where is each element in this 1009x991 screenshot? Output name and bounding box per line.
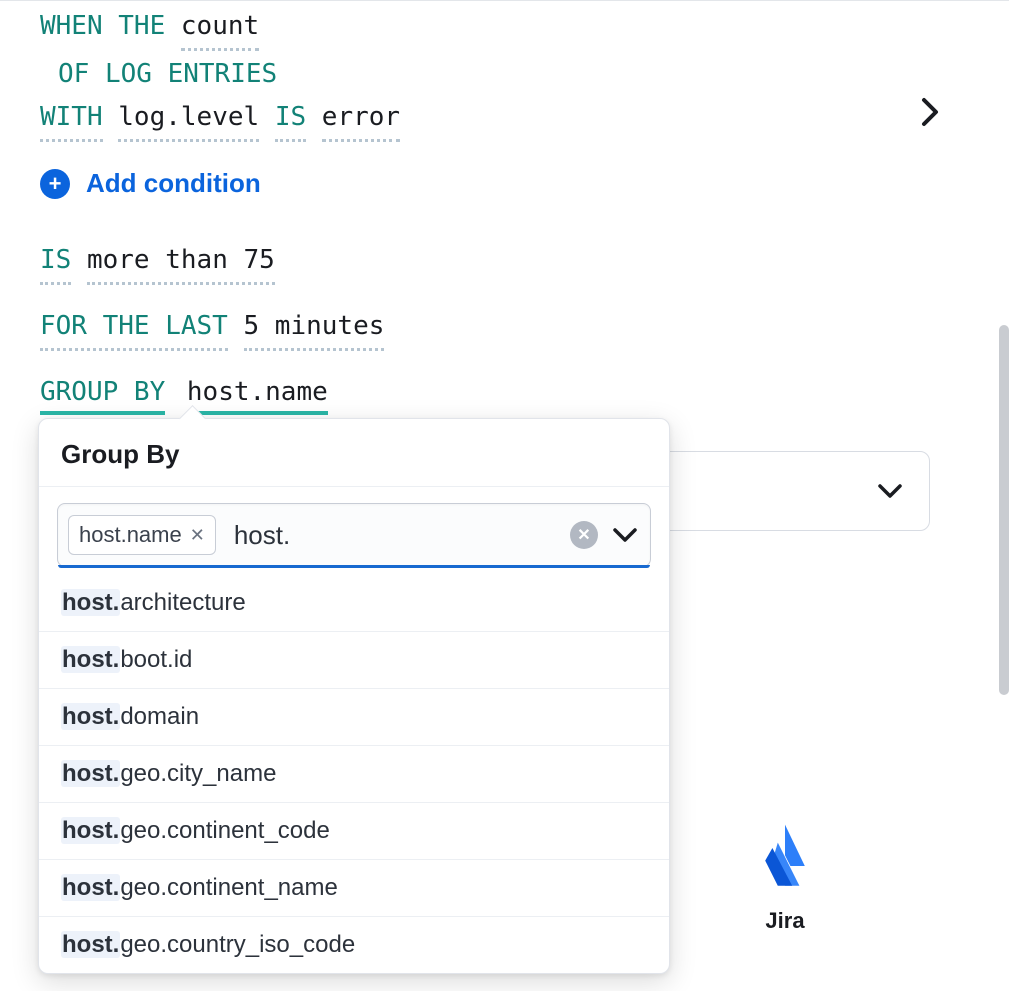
condition-field[interactable]: log.level [118,98,259,142]
scrollbar[interactable] [999,325,1009,695]
option-item[interactable]: host.boot.id [39,632,669,689]
kw-the: THE [118,11,165,41]
clear-input-icon[interactable]: ✕ [570,521,598,549]
query-row-of: OF LOG ENTRIES [40,55,969,94]
query-row-groupby: GROUP BY host.name [40,373,969,412]
option-item[interactable]: host.architecture [39,575,669,632]
kw-for-the-last: FOR THE LAST [40,307,228,351]
option-item[interactable]: host.geo.city_name [39,746,669,803]
combo-wrap: host.name ✕ ✕ [39,487,669,567]
option-item[interactable]: host.geo.continent_code [39,803,669,860]
option-item[interactable]: host.domain [39,689,669,746]
plus-icon: + [40,169,70,199]
kw-group-by[interactable]: GROUP BY [40,377,165,415]
rule-editor-panel: WHEN THE count OF LOG ENTRIES WITH log.l… [0,0,1009,991]
query-row-threshold: IS more than 75 [40,241,969,285]
groupby-search-input[interactable] [234,520,569,551]
groupby-value[interactable]: host.name [187,377,328,415]
groupby-popover: Group By host.name ✕ ✕ host.architecture… [38,418,670,974]
option-item[interactable]: host.geo.continent_name [39,860,669,917]
selected-chip: host.name ✕ [68,515,216,555]
kw-with: WITH [40,98,103,142]
chip-remove-icon[interactable]: ✕ [190,525,205,546]
groupby-combobox[interactable]: host.name ✕ ✕ [57,503,651,567]
kw-of: OF [58,59,89,89]
kw-is-cond: IS [275,98,306,142]
popover-title: Group By [39,419,669,487]
kw-log: LOG [105,59,152,89]
options-list: host.architecturehost.boot.idhost.domain… [39,575,669,973]
aggregation-value[interactable]: count [181,7,259,51]
add-condition-label: Add condition [86,168,261,199]
query-row-with: WITH log.level IS error [40,98,969,142]
combo-controls: ✕ [570,521,638,549]
connector-label: Jira [720,908,850,934]
add-condition-button[interactable]: + Add condition [40,168,261,199]
condition-value[interactable]: error [322,98,400,142]
time-window-value[interactable]: 5 minutes [244,307,385,351]
expand-condition-icon[interactable] [921,97,939,132]
jira-icon [749,821,821,893]
option-item[interactable]: host.geo.country_iso_code [39,917,669,973]
chevron-down-icon[interactable] [612,527,638,543]
chevron-down-icon [877,483,903,499]
query-row-when: WHEN THE count [40,7,969,51]
kw-is: IS [40,241,71,285]
query-row-for: FOR THE LAST 5 minutes [40,307,969,351]
kw-entries: ENTRIES [168,59,278,89]
chip-label: host.name [79,522,182,548]
threshold-value[interactable]: more than 75 [87,241,275,285]
connector-jira[interactable]: Jira [720,821,850,934]
kw-when: WHEN [40,11,103,41]
